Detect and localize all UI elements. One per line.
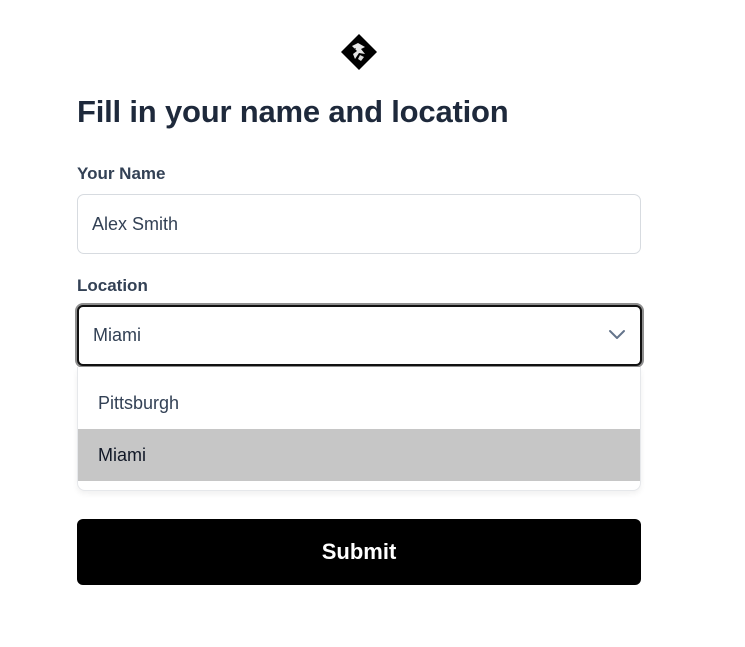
location-selected-value: Miami <box>93 325 141 345</box>
location-option-pittsburgh[interactable]: Pittsburgh <box>78 377 640 429</box>
chevron-down-icon[interactable] <box>608 329 626 341</box>
brand-logo-icon <box>341 34 377 70</box>
submit-button[interactable]: Submit <box>77 519 641 585</box>
location-option-miami[interactable]: Miami <box>78 429 640 481</box>
name-label: Your Name <box>77 164 166 183</box>
location-dropdown-list: Pittsburgh Miami <box>77 367 641 491</box>
location-label: Location <box>77 276 148 295</box>
name-input[interactable] <box>77 194 641 254</box>
location-select[interactable]: Miami <box>77 305 642 366</box>
page-title: Fill in your name and location <box>77 94 509 129</box>
